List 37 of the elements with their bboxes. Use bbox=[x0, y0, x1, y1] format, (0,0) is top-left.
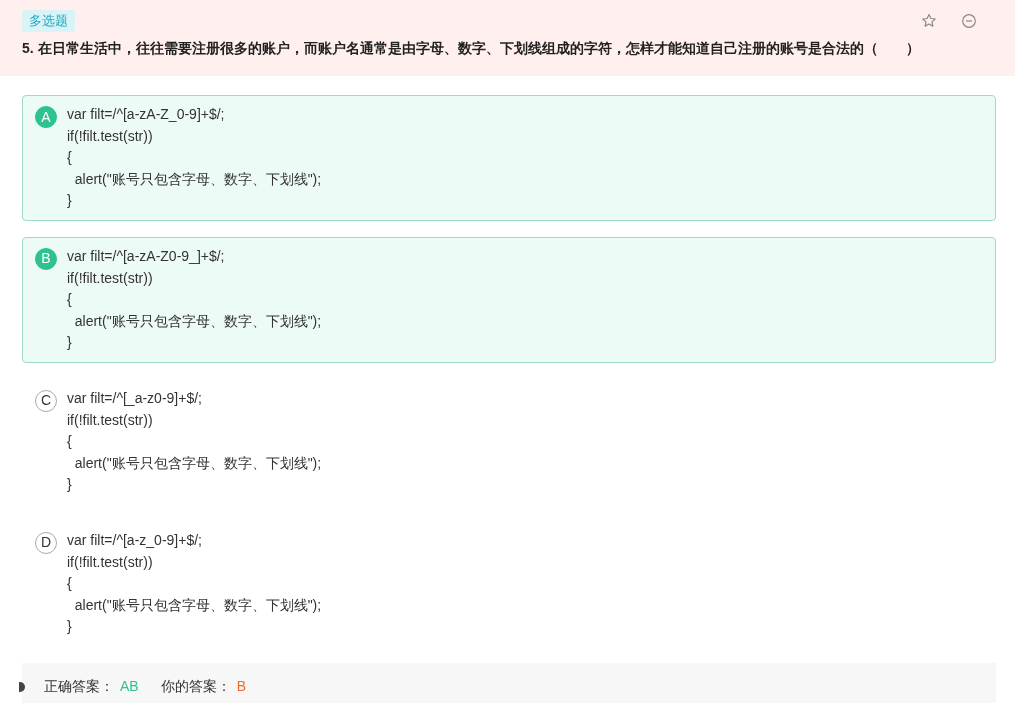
code-line: alert("账号只包含字母、数字、下划线"); bbox=[73, 595, 322, 615]
answer-option[interactable]: A var filt=/^[a-zA-Z_0-9]+$/; if(!filt.test(str)) { alert("账号只包含字母、数字、下划线"); } bbox=[22, 95, 996, 221]
code-line: var filt=/^[a-zA-Z0-9_]+$/; bbox=[67, 246, 226, 266]
minus-circle-icon[interactable] bbox=[961, 12, 977, 29]
code-line: if(!filt.test(str)) bbox=[67, 126, 154, 146]
question-text: 5. 在日常生活中，往往需要注册很多的账户，而账户名通常是由字母、数字、下划线组成的字符，怎样才能知道自己注册的账号是合法的（ ） bbox=[22, 38, 921, 58]
code-line: var filt=/^[_a-z0-9]+$/; bbox=[67, 388, 203, 408]
code-line: { bbox=[67, 432, 73, 452]
option-letter: D bbox=[35, 531, 57, 554]
code-line: if(!filt.test(str)) bbox=[67, 552, 154, 572]
option-letter: B bbox=[35, 247, 57, 270]
code-line: } bbox=[67, 333, 73, 353]
code-line: } bbox=[67, 617, 73, 637]
code-line: { bbox=[67, 574, 73, 594]
question-type-tag: 多选题 bbox=[22, 10, 75, 32]
code-line: alert("账号只包含字母、数字、下划线"); bbox=[73, 169, 322, 189]
answer-option[interactable]: D var filt=/^[a-z_0-9]+$/; if(!filt.test(str)) { alert("账号只包含字母、数字、下划线"); } bbox=[22, 520, 996, 647]
your-answer: B bbox=[236, 677, 247, 697]
option-letter: A bbox=[35, 106, 57, 128]
code-line: { bbox=[67, 290, 73, 310]
code-line: alert("账号只包含字母、数字、下划线"); bbox=[73, 311, 322, 331]
correct-answer: AB bbox=[120, 677, 139, 697]
answer-option[interactable]: C var filt=/^[_a-z0-9]+$/; if(!filt.test(str)) { alert("账号只包含字母、数字、下划线"); } bbox=[22, 378, 996, 505]
option-letter: C bbox=[35, 389, 57, 412]
answer-option[interactable]: B var filt=/^[a-zA-Z0-9_]+$/; if(!filt.test(str)) { alert("账号只包含字母、数字、下划线"); } bbox=[22, 236, 996, 363]
your-answer-label: 你的答案： bbox=[160, 677, 231, 697]
correct-answer-label: 正确答案： bbox=[44, 677, 114, 697]
code-line: } bbox=[67, 475, 73, 495]
code-line: if(!filt.test(str)) bbox=[67, 268, 154, 288]
marker-icon bbox=[19, 681, 25, 692]
star-icon[interactable] bbox=[921, 12, 937, 29]
code-line: { bbox=[67, 148, 73, 168]
code-line: var filt=/^[a-zA-Z_0-9]+$/; bbox=[67, 105, 226, 124]
code-line: var filt=/^[a-z_0-9]+$/; bbox=[67, 530, 203, 550]
code-line: alert("账号只包含字母、数字、下划线"); bbox=[73, 453, 322, 473]
code-line: } bbox=[67, 191, 73, 211]
code-line: if(!filt.test(str)) bbox=[67, 410, 154, 430]
